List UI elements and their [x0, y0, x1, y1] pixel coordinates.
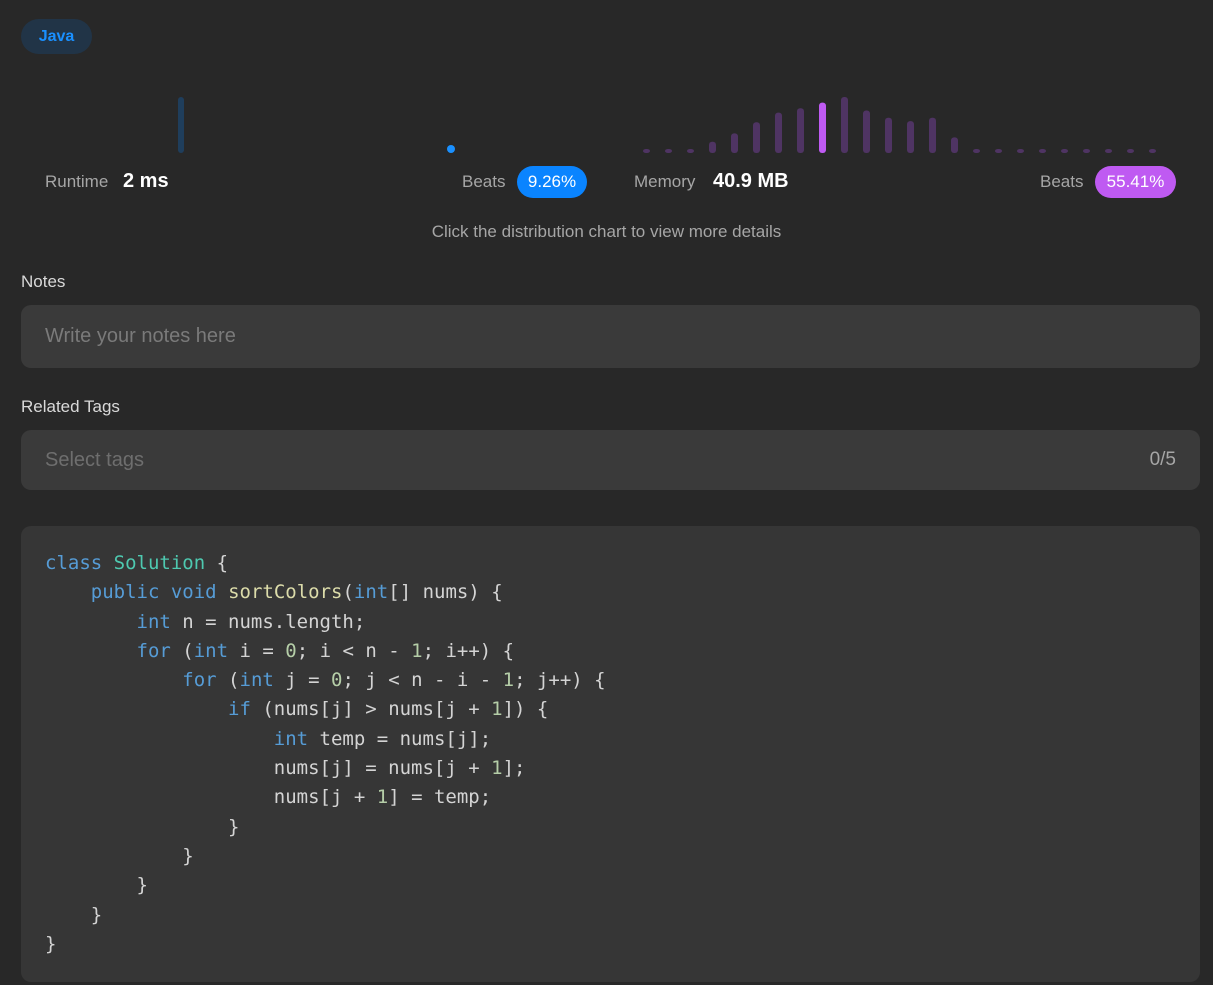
notes-field-container — [21, 305, 1200, 368]
code-line: nums[j + 1] = temp; — [45, 786, 492, 809]
code-line: } — [45, 874, 148, 897]
related-tags-label: Related Tags — [21, 397, 120, 416]
memory-distribution-bar[interactable] — [1149, 149, 1156, 153]
runtime-distribution-bar[interactable] — [178, 97, 184, 153]
memory-distribution-bar[interactable] — [1105, 149, 1112, 153]
memory-label: Memory — [634, 172, 696, 191]
code-line: public void sortColors(int[] nums) { — [90, 581, 503, 604]
memory-distribution-bar[interactable] — [1127, 149, 1134, 153]
runtime-value: 2 ms — [123, 170, 169, 192]
memory-distribution-bar[interactable] — [995, 149, 1002, 153]
runtime-beats-badge: 9.26% — [517, 166, 587, 198]
memory-distribution-bar[interactable] — [643, 149, 650, 153]
code-block: class Solution { public void sortColors(… — [21, 526, 1200, 982]
code-line: for (int j = 0; j < n - i - 1; j++) { — [182, 669, 606, 692]
runtime-distribution[interactable] — [178, 97, 455, 153]
memory-distribution-bar[interactable] — [1017, 149, 1024, 153]
memory-distribution-bar[interactable] — [797, 108, 804, 153]
code-line: } — [45, 932, 57, 955]
distribution-hint: Click the distribution chart to view mor… — [431, 222, 782, 241]
memory-distribution-bar[interactable] — [863, 110, 870, 153]
code-line: for (int i = 0; i < n - 1; i++) { — [136, 639, 515, 662]
notes-label: Notes — [21, 272, 66, 291]
memory-distribution[interactable] — [643, 97, 1156, 153]
runtime-position-marker — [447, 145, 455, 153]
code-line: int temp = nums[j]; — [273, 727, 492, 750]
memory-distribution-bar[interactable] — [665, 149, 672, 153]
tags-count: 0/5 — [1149, 449, 1176, 470]
memory-distribution-bar[interactable] — [929, 117, 936, 153]
code-line: class Solution { — [45, 552, 229, 574]
code-line: nums[j] = nums[j + 1]; — [45, 757, 526, 780]
memory-distribution-bar[interactable] — [1039, 149, 1046, 153]
code-line: } — [45, 903, 103, 926]
memory-distribution-bar[interactable] — [687, 149, 694, 153]
memory-value: 40.9 MB — [713, 170, 789, 192]
code-line: } — [45, 815, 240, 838]
memory-distribution-bar[interactable] — [731, 133, 738, 153]
memory-distribution-bar[interactable] — [951, 137, 958, 153]
runtime-beats-label: Beats — [462, 172, 506, 191]
code-line: if (nums[j] > nums[j + 1]) { — [228, 698, 549, 721]
memory-distribution-bar[interactable] — [841, 97, 848, 153]
distribution-chart[interactable] — [0, 0, 1213, 165]
memory-beats-label: Beats — [1040, 172, 1084, 191]
memory-distribution-bar[interactable] — [907, 121, 914, 153]
memory-distribution-bar[interactable] — [709, 141, 716, 153]
code-line: int n = nums.length; — [136, 610, 366, 633]
runtime-label: Runtime — [45, 172, 109, 191]
memory-distribution-bar-current[interactable] — [819, 102, 826, 153]
code-line: } — [45, 844, 194, 867]
memory-distribution-bar[interactable] — [1061, 149, 1068, 153]
memory-distribution-bar[interactable] — [753, 122, 760, 153]
tags-select[interactable]: Select tags 0/5 — [21, 430, 1200, 490]
memory-distribution-bar[interactable] — [973, 149, 980, 153]
memory-distribution-bar[interactable] — [775, 112, 782, 153]
memory-beats-badge: 55.41% — [1095, 166, 1176, 198]
notes-input[interactable] — [21, 305, 1200, 368]
memory-distribution-bar[interactable] — [885, 117, 892, 153]
memory-distribution-bar[interactable] — [1083, 149, 1090, 153]
tags-placeholder: Select tags — [45, 448, 144, 471]
